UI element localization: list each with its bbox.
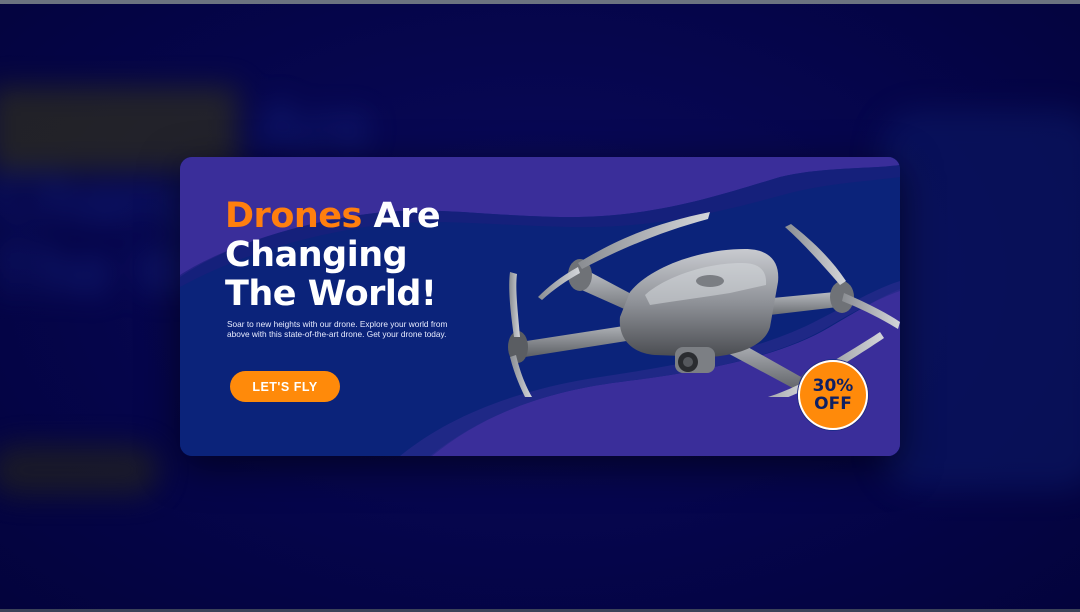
backdrop-glow [880, 110, 1080, 490]
headline-accent-word: Drones [225, 196, 362, 236]
backdrop-button-shape [0, 445, 160, 495]
headline: Drones Are Changing The World! [225, 196, 441, 314]
discount-badge: 30% OFF [798, 360, 868, 430]
discount-percent: 30% [812, 376, 854, 396]
promo-banner: Drones Are Changing The World! Soar to n… [180, 157, 900, 456]
headline-line2: Changing [225, 235, 408, 275]
lets-fly-button[interactable]: LET'S FLY [230, 371, 340, 402]
banner-description: Soar to new heights with our drone. Expl… [227, 319, 448, 339]
headline-line1-rest: Are [361, 196, 441, 236]
discount-off-label: OFF [814, 394, 852, 414]
headline-line3: The World! [225, 274, 437, 314]
page: █████ Are Chang The W Drones Are Changin… [0, 0, 1080, 612]
